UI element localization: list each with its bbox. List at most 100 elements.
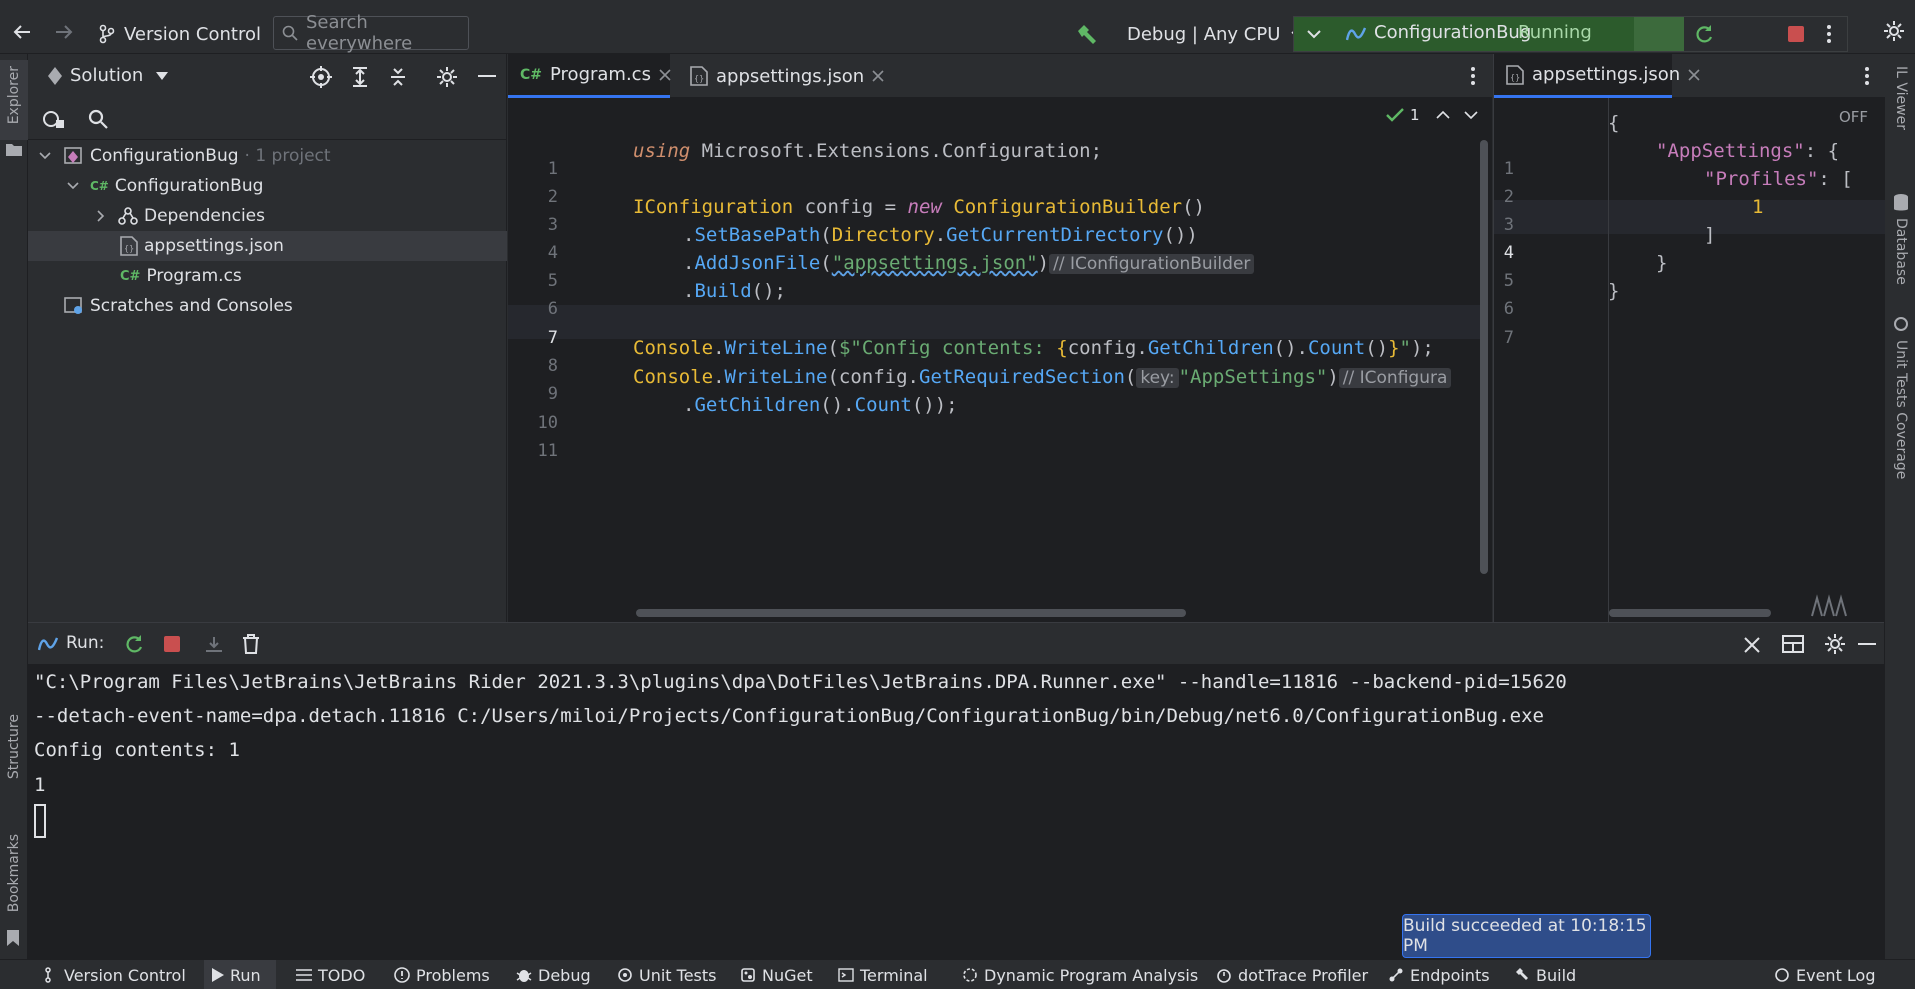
build-notification[interactable]: Build succeeded at 10:18:15 PM [1402,914,1651,958]
layout-icon[interactable] [1782,635,1804,653]
version-control-button[interactable]: Version Control [98,20,261,48]
close-icon[interactable] [659,68,671,81]
horizontal-scrollbar[interactable] [1609,609,1771,617]
explorer-dropdown-icon[interactable] [156,72,168,80]
reader-mode-icon[interactable] [1810,594,1850,618]
dpa-icon [962,967,978,983]
current-line-highlight [508,305,1480,339]
bottom-event-log[interactable]: Event Log [1774,960,1876,989]
bottom-nuget[interactable]: NuGet [740,960,813,989]
tree-item-project[interactable]: C# ConfigurationBug [28,171,507,201]
code-line-6[interactable]: .AddJsonFile("appsettings.json")// IConf… [683,252,1255,274]
explorer-strip-button[interactable]: Explorer [0,60,28,156]
bookmarks-strip-button[interactable]: Bookmarks [0,834,28,946]
filter-icon[interactable] [42,108,66,130]
tree-item-dependencies[interactable]: Dependencies [28,201,507,231]
run-widget[interactable]: ConfigurationBug Running [1293,16,1848,52]
tab-appsettings[interactable]: {} appsettings.json [1494,54,1700,98]
json-line-2[interactable]: "AppSettings": { [1656,140,1839,162]
tree-item-solution[interactable]: ConfigurationBug · 1 project [28,141,507,171]
code-token: Console [633,337,714,359]
code-line-7[interactable]: .Build(); [683,280,786,302]
bottom-terminal[interactable]: Terminal [838,960,928,989]
run-settings-icon[interactable] [1824,633,1846,655]
more-vertical-icon[interactable] [1470,65,1476,87]
database-strip-button[interactable]: Database [1891,194,1915,304]
left-tool-strip: Explorer Structure Bookmarks [0,54,28,959]
tab-program-cs[interactable]: C# Program.cs [508,54,671,98]
json-line-6[interactable]: } [1656,252,1667,274]
bottom-todo[interactable]: TODO [296,960,365,989]
chevron-down-icon[interactable] [1463,110,1478,120]
code-line-4[interactable]: IConfiguration config = new Configuratio… [633,196,1205,218]
code-line-5[interactable]: .SetBasePath(Directory.GetCurrentDirecto… [683,224,1198,246]
tree-item-program[interactable]: C# Program.cs [28,261,507,291]
explorer-settings-icon[interactable] [436,66,458,88]
il-viewer-strip-button[interactable]: IL Viewer [1891,66,1915,176]
settings-icon[interactable] [1883,20,1905,42]
bottom-run[interactable]: Run [204,960,276,989]
minimize-icon[interactable] [1858,643,1876,646]
bottom-problems[interactable]: Problems [394,960,490,989]
collapse-all-icon[interactable] [388,66,408,88]
code-token: GetCurrentDirectory [946,224,1164,246]
code-line-2[interactable]: using Microsoft.Extensions.Configuration… [633,140,1102,162]
code-token: () [1182,196,1205,218]
bottom-endpoints[interactable]: Endpoints [1388,960,1490,989]
gutter-divider [1608,98,1609,622]
tab-appsettings[interactable]: {} appsettings.json [678,54,884,98]
bottom-dottrace-profiler[interactable]: dotTrace Profiler [1216,960,1368,989]
bottom-version-control[interactable]: Version Control [44,960,186,989]
horizontal-scrollbar[interactable] [636,609,1186,617]
search-everywhere-input[interactable]: Search everywhere [273,12,469,54]
inspection-widget[interactable]: 1 [1386,106,1478,124]
trash-icon[interactable] [242,634,260,654]
stop-icon[interactable] [164,636,180,652]
code-token: } [1608,280,1620,302]
detach-icon[interactable] [204,635,224,653]
unit-tests-coverage-strip-button[interactable]: Unit Tests Coverage [1891,316,1915,506]
line-number: 1 [547,159,558,179]
json-line-4[interactable]: 1 [1752,196,1763,218]
close-icon[interactable] [872,70,884,82]
json-line-1[interactable]: { [1608,112,1619,134]
structure-strip-button[interactable]: Structure [0,714,28,794]
json-file-icon: {} [120,236,138,256]
chevron-up-icon[interactable] [1435,110,1450,120]
explorer-header: Solution [28,54,507,98]
editor-program-cs: C# Program.cs {} appsettings.json 1 2 3 … [508,54,1492,622]
stop-icon[interactable] [1788,26,1804,42]
locate-icon[interactable] [310,66,332,88]
run-configuration-selector[interactable]: Debug | Any CPU [1075,18,1302,50]
more-vertical-icon[interactable] [1826,23,1832,45]
json-line-5[interactable]: ] [1704,224,1715,246]
branch-icon [98,24,116,44]
bottom-unit-tests[interactable]: Unit Tests [617,960,717,989]
bottom-build[interactable]: Build [1514,960,1576,989]
explorer-search-icon[interactable] [88,109,108,129]
line-number-gutter: 1 2 3 4 5 6 7 8 9 10 11 [508,98,588,622]
close-icon[interactable] [1688,68,1700,81]
tree-item-scratches[interactable]: Scratches and Consoles [28,291,507,321]
code-line-10[interactable]: Console.WriteLine(config.GetRequiredSect… [633,366,1480,388]
explorer-title[interactable]: Solution [70,65,143,86]
more-vertical-icon[interactable] [1864,65,1870,87]
bottom-dynamic-program-analysis[interactable]: Dynamic Program Analysis [962,960,1198,989]
off-label[interactable]: OFF [1839,108,1868,126]
json-line-3[interactable]: "Profiles": [ [1704,168,1853,190]
tree-item-appsettings[interactable]: {} appsettings.json [28,231,507,261]
forward-icon[interactable] [52,20,76,44]
code-line-11[interactable]: .GetChildren().Count()); [683,394,958,416]
bottom-debug[interactable]: Debug [516,960,591,989]
minimize-icon[interactable] [478,75,496,78]
close-icon[interactable] [1744,637,1760,653]
expand-all-icon[interactable] [350,66,370,88]
code-token: " [1399,337,1411,359]
console-cursor[interactable] [34,804,46,838]
vertical-scrollbar[interactable] [1480,140,1488,574]
rerun-icon[interactable] [122,632,146,656]
back-icon[interactable] [10,20,34,44]
rerun-icon[interactable] [1692,22,1716,46]
code-line-9[interactable]: Console.WriteLine($"Config contents: {co… [633,337,1434,359]
json-line-7[interactable]: } [1608,280,1619,302]
